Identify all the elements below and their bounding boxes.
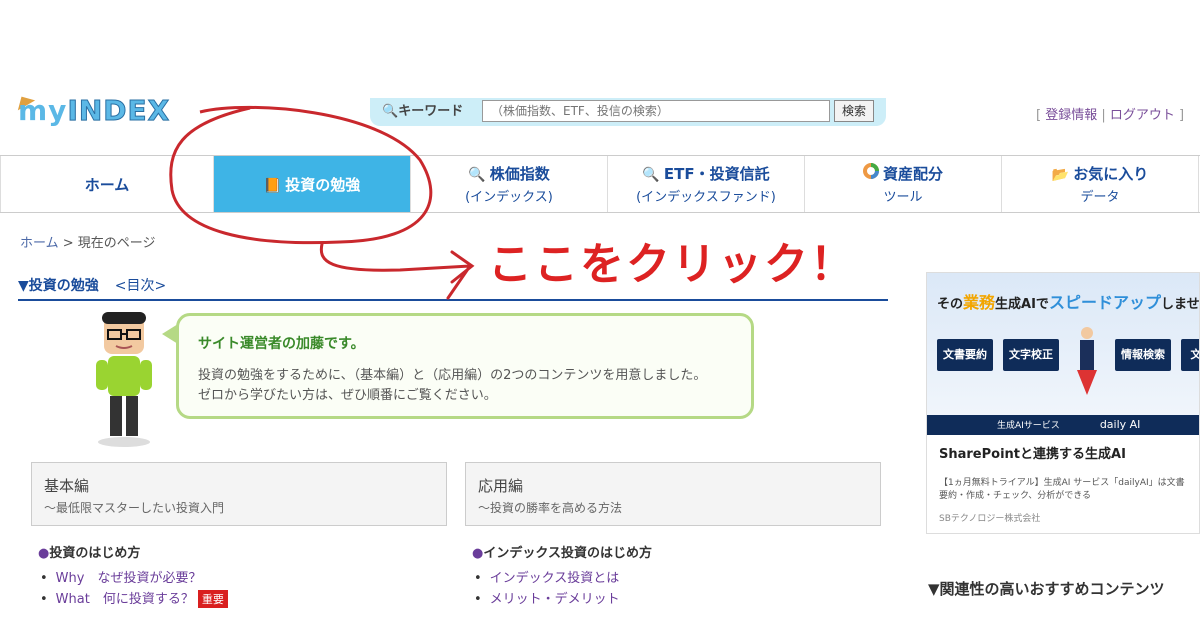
main-nav: ホーム 📙 投資の勉強 🔍 株価指数 (インデックス) 🔍 ETF・投資信託 (インデ… (0, 155, 1200, 213)
account-links: [ 登録情報 | ログアウト ] (1036, 108, 1185, 123)
rocket-person-icon (1077, 327, 1097, 395)
breadcrumb: ホーム > 現在のページ (20, 236, 156, 251)
ad-chip: 情報検索 (1115, 339, 1171, 371)
ad-headline: その業務生成AIでスピードアップしませ (937, 293, 1200, 312)
search-input[interactable] (482, 100, 830, 122)
advanced-course-box[interactable]: 応用編 ～投資の勝率を高める方法 (465, 462, 881, 526)
basic-list-heading: ●投資のはじめ方 (38, 546, 141, 561)
section-heading: ▼投資の勉強 <目次> (18, 278, 167, 294)
magnifier-icon: 🔍 (468, 167, 486, 183)
ad-chip: 文字校正 (1003, 339, 1059, 371)
search-button[interactable]: 検索 (834, 100, 874, 122)
folder-icon: 📂 (1051, 167, 1070, 183)
list-item[interactable]: • What 何に投資する？ 重要 (40, 588, 228, 608)
nav-study[interactable]: 📙 投資の勉強 (214, 156, 411, 212)
annotation-text: ここをクリック！ (488, 239, 856, 290)
ad-source: SBテクノロジー株式会社 (939, 514, 1041, 524)
ad-band: 生成AIサービス daily AI (927, 415, 1199, 435)
logout-link[interactable]: ログアウト (1110, 108, 1175, 123)
pie-icon (862, 163, 879, 183)
nav-stock-index[interactable]: 🔍 株価指数 (インデックス) (411, 156, 608, 212)
annotation-arrow (319, 242, 475, 300)
bubble-text-line: ゼロから学びたい方は、ぜひ順番にご覧ください。 (198, 388, 497, 403)
bubble-text-line: 投資の勉強をするために、（基本編）と（応用編）の2つのコンテンツを用意しました。 (198, 368, 707, 383)
ad-hero: その業務生成AIでスピードアップしませ 文書要約 文字校正 情報検索 文 (927, 273, 1200, 435)
magnifier-icon: 🔍 (642, 167, 660, 183)
advanced-list-heading: ●インデックス投資のはじめ方 (472, 546, 652, 561)
nav-home[interactable]: ホーム (0, 156, 214, 212)
list-item[interactable]: • Why なぜ投資が必要？ (40, 567, 201, 586)
list-item[interactable]: • インデックス投資とは (474, 567, 619, 586)
ad-chip: 文 (1181, 339, 1199, 371)
ad-banner[interactable]: その業務生成AIでスピードアップしませ 文書要約 文字校正 情報検索 文 生成A… (926, 272, 1200, 534)
author-avatar (96, 312, 152, 447)
basic-course-box[interactable]: 基本編 ～最低限マスターしたい投資入門 (31, 462, 447, 526)
book-icon: 📙 (263, 177, 282, 194)
ad-description: 【1ヵ月無料トライアル】生成AI サービス「dailyAI」は文書要約・作成・チ… (939, 478, 1185, 501)
important-badge: 重要 (197, 590, 228, 608)
ad-chip: 文書要約 (937, 339, 993, 371)
nav-etf[interactable]: 🔍 ETF・投資信託 (インデックスファンド) (608, 156, 805, 212)
section-divider (18, 299, 888, 301)
ad-title: SharePointと連携する生成AI (939, 447, 1126, 462)
nav-favorites[interactable]: 📂 お気に入り データ (1002, 156, 1199, 212)
recommend-heading: ▼関連性の高いおすすめコンテンツ (928, 580, 1165, 598)
account-info-link[interactable]: 登録情報 (1045, 108, 1097, 123)
list-item[interactable]: • メリット・デメリット (474, 588, 620, 607)
toc-link[interactable]: <目次> (115, 278, 166, 294)
site-logo[interactable]: myINDEX (18, 94, 170, 128)
breadcrumb-home[interactable]: ホーム (20, 236, 59, 251)
bubble-title: サイト運営者の加藤です。 (198, 336, 365, 352)
nav-allocation[interactable]: 資産配分 ツール (805, 156, 1002, 212)
search-icon: 🔍 (382, 104, 399, 119)
search-label: 🔍キーワード (382, 104, 464, 119)
